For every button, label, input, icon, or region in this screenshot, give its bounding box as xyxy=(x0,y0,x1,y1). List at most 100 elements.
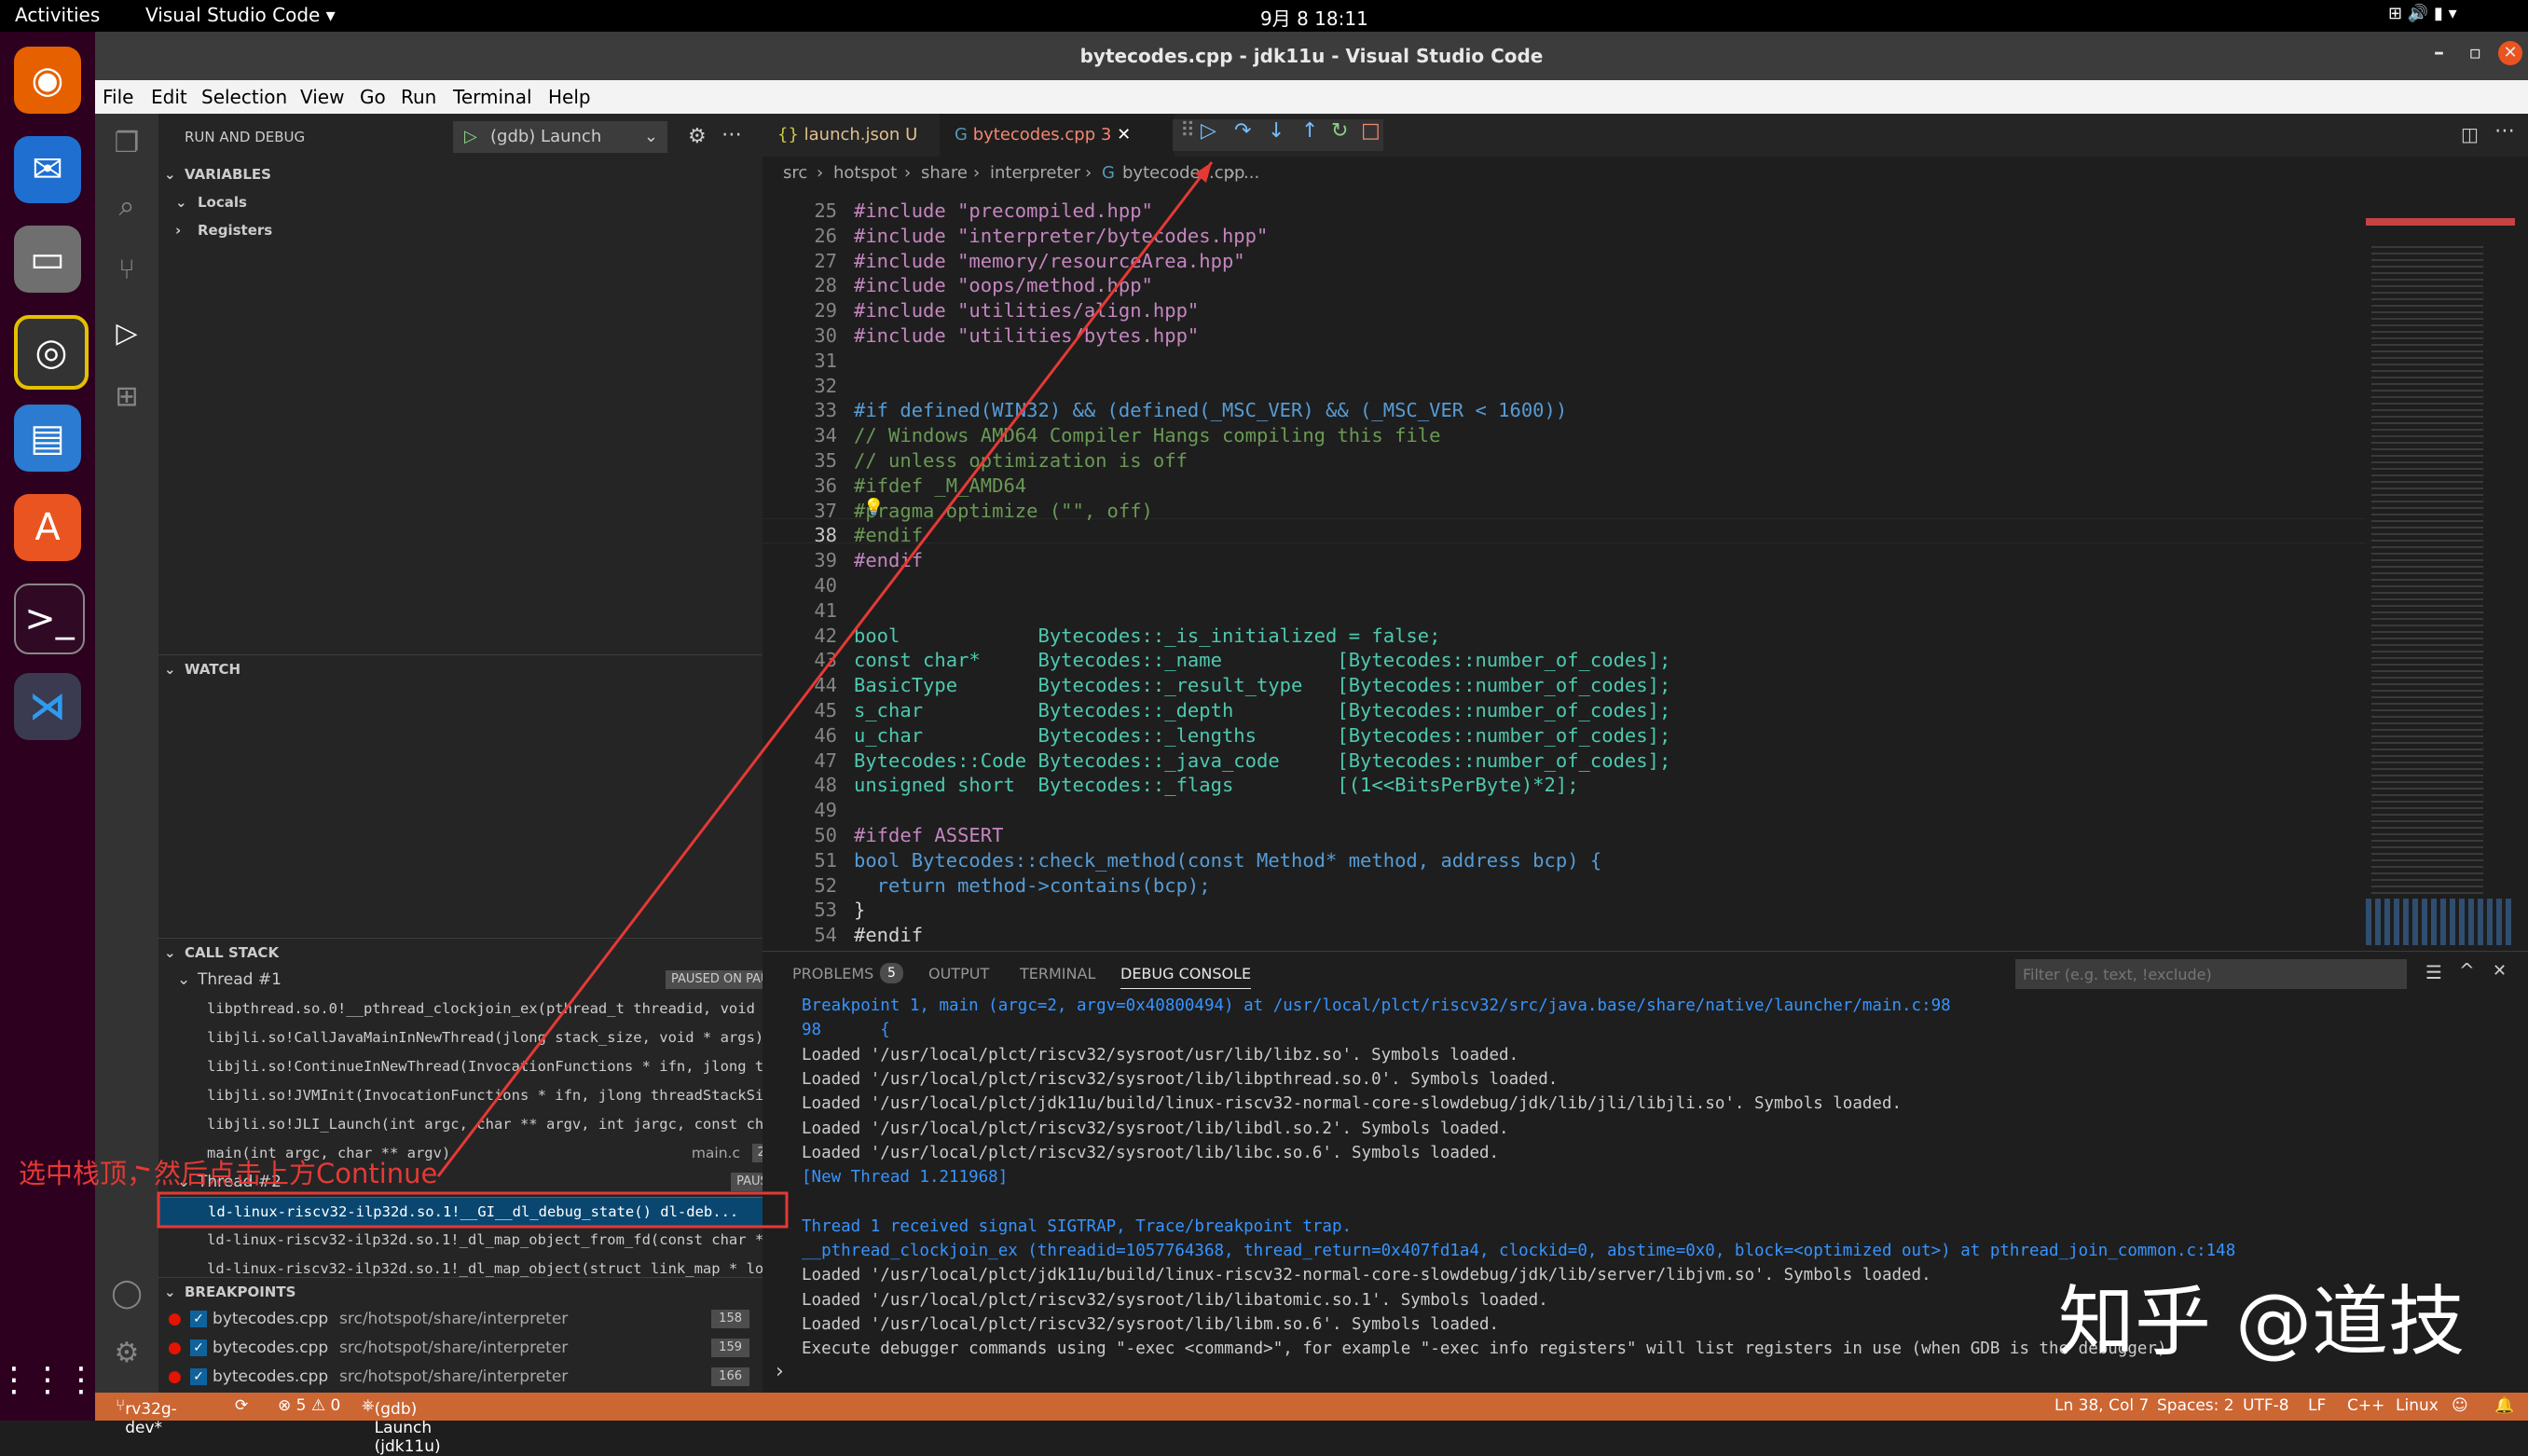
code-line[interactable]: #ifdef _M_AMD64 xyxy=(854,474,1026,497)
breakpoint-item[interactable]: ● ✓ bytecodes.cpp src/hotspot/share/interpr… xyxy=(158,1334,763,1362)
stack-frame[interactable]: libjli.so!CallJavaMainInNewThread(jlong … xyxy=(158,1023,811,1051)
code-line[interactable]: } xyxy=(854,899,865,921)
menu-run[interactable]: Run xyxy=(401,86,436,108)
sync-icon[interactable]: ⟳ xyxy=(235,1396,248,1415)
breadcrumb-item[interactable]: share xyxy=(921,157,968,190)
step-over-icon[interactable]: ↷ xyxy=(1234,119,1251,143)
code-line[interactable]: bool Bytecodes::_is_initialized = false; xyxy=(854,625,1440,647)
minimize-icon[interactable]: – xyxy=(2434,41,2444,64)
search-icon[interactable]: ⌕ xyxy=(110,190,144,224)
close-tab-icon[interactable]: ✕ xyxy=(1117,125,1131,144)
code-line[interactable]: #ifdef ASSERT xyxy=(854,824,1003,846)
code-line[interactable]: unsigned short Bytecodes::_flags [(1<<Bi… xyxy=(854,774,1579,796)
step-into-icon[interactable]: ↓ xyxy=(1268,119,1285,143)
editor-more-icon[interactable]: ⋯ xyxy=(2494,119,2515,143)
thunderbird-icon[interactable]: ✉ xyxy=(14,136,81,203)
code-line[interactable]: #endif xyxy=(854,549,923,571)
clear-console-icon[interactable]: ☰ xyxy=(2425,961,2442,983)
stack-frame[interactable]: libjli.so!JLI_Launch(int argc, char ** a… xyxy=(158,1110,811,1138)
accounts-icon[interactable]: ◯ xyxy=(110,1277,144,1311)
feedback-icon[interactable]: ☺ xyxy=(2452,1396,2468,1415)
eol[interactable]: LF xyxy=(2308,1396,2326,1415)
menu-go[interactable]: Go xyxy=(360,86,386,108)
extensions-icon[interactable]: ⊞ xyxy=(110,380,144,414)
activities-button[interactable]: Activities xyxy=(15,4,100,26)
more-actions-icon[interactable]: ⋯ xyxy=(721,123,742,146)
tab-problems[interactable]: PROBLEMS xyxy=(792,965,873,982)
notifications-icon[interactable]: 🔔 xyxy=(2494,1396,2514,1415)
debug-settings-gear-icon[interactable]: ⚙ xyxy=(688,125,707,148)
tab-bytecodes-cpp[interactable]: G bytecodes.cpp 3 ✕ xyxy=(940,114,1175,157)
split-editor-icon[interactable]: ◫ xyxy=(2461,123,2479,145)
branch-status[interactable]: ⑂ rv32g-dev* xyxy=(116,1396,177,1437)
code-line[interactable]: #include "utilities/align.hpp" xyxy=(854,299,1199,322)
tab-launch-json[interactable]: {} launch.json U xyxy=(763,114,932,157)
breakpoints-section-header[interactable]: ⌄ BREAKPOINTS xyxy=(158,1277,789,1306)
code-line[interactable]: u_char Bytecodes::_lengths [Bytecodes::n… xyxy=(854,724,1670,747)
app-menu[interactable]: Visual Studio Code ▾ xyxy=(145,4,336,26)
explorer-icon[interactable]: ❐ xyxy=(110,127,144,160)
breadcrumb-item[interactable]: src xyxy=(783,157,807,190)
breadcrumb-item[interactable]: ... xyxy=(1243,157,1259,190)
code-line[interactable]: #include "interpreter/bytecodes.hpp" xyxy=(854,225,1268,247)
code-line[interactable]: // Windows AMD64 Compiler Hangs compilin… xyxy=(854,424,1440,446)
stop-icon[interactable]: □ xyxy=(1361,119,1381,143)
code-line[interactable]: #include "precompiled.hpp" xyxy=(854,199,1153,222)
encoding[interactable]: UTF-8 xyxy=(2243,1396,2289,1415)
code-line[interactable]: BasicType Bytecodes::_result_type [Bytec… xyxy=(854,674,1670,696)
menu-file[interactable]: File xyxy=(103,86,133,108)
console-prompt[interactable]: › xyxy=(776,1360,784,1383)
code-line[interactable]: return method->contains(bcp); xyxy=(854,874,1211,897)
debug-status[interactable]: ⎈ (gdb) Launch (jdk11u) xyxy=(362,1396,441,1456)
terminal-icon[interactable]: >_ xyxy=(14,584,85,654)
clock[interactable]: 9月 8 18:11 xyxy=(1260,4,1368,31)
close-window-icon[interactable]: ✕ xyxy=(2498,41,2522,65)
code-line[interactable]: const char* Bytecodes::_name [Bytecodes:… xyxy=(854,649,1670,671)
variables-section-header[interactable]: ⌄ VARIABLES xyxy=(158,160,789,188)
watch-section-header[interactable]: ⌄ WATCH xyxy=(158,654,789,683)
system-tray-icons[interactable]: ⊞ 🔊 ▮ ▾ xyxy=(2388,4,2457,23)
menu-view[interactable]: View xyxy=(300,86,344,108)
breadcrumb-item[interactable]: bytecodes.cpp xyxy=(1122,157,1244,190)
breakpoint-checkbox[interactable]: ✓ xyxy=(190,1368,207,1385)
maximize-icon[interactable]: ▫ xyxy=(2468,41,2481,63)
tab-output[interactable]: OUTPUT xyxy=(928,965,989,982)
breakpoint-checkbox[interactable]: ✓ xyxy=(190,1311,207,1327)
show-apps-icon[interactable]: ⋮⋮⋮ xyxy=(0,1346,98,1413)
stack-frame[interactable]: libpthread.so.0!__pthread_clockjoin_ex(p… xyxy=(158,995,811,1023)
maximize-panel-icon[interactable]: ^ xyxy=(2459,959,2475,982)
start-debug-icon[interactable]: ▷ xyxy=(464,121,477,153)
files-icon[interactable]: ▭ xyxy=(14,226,81,293)
console-filter-input[interactable] xyxy=(2015,959,2407,989)
code-line[interactable]: #include "oops/method.hpp" xyxy=(854,274,1153,296)
debug-config-select[interactable]: ▷ (gdb) Launch ⌄ xyxy=(453,121,667,153)
menu-terminal[interactable]: Terminal xyxy=(453,86,532,108)
language-mode[interactable]: C++ xyxy=(2347,1396,2384,1415)
code-line[interactable]: #endif xyxy=(854,524,923,546)
code-line[interactable]: s_char Bytecodes::_depth [Bytecodes::num… xyxy=(854,699,1670,721)
code-line[interactable]: #pragma optimize ("", off) xyxy=(854,500,1153,522)
breakpoint-item[interactable]: ● ✓ bytecodes.cpp src/hotspot/share/interpr… xyxy=(158,1305,763,1333)
software-icon[interactable]: A xyxy=(14,494,81,561)
stack-frame[interactable]: libjli.so!JVMInit(InvocationFunctions * … xyxy=(158,1081,811,1109)
lightbulb-icon[interactable]: 💡 xyxy=(863,498,884,517)
breadcrumb-item[interactable]: hotspot xyxy=(833,157,897,190)
code-line[interactable]: bool Bytecodes::check_method(const Metho… xyxy=(854,849,1601,872)
cursor-position[interactable]: Ln 38, Col 7 xyxy=(2054,1396,2149,1415)
tab-debug-console[interactable]: DEBUG CONSOLE xyxy=(1120,965,1252,989)
code-line[interactable]: #if defined(WIN32) && (defined(_MSC_VER)… xyxy=(854,399,1567,421)
code-line[interactable]: #include "utilities/bytes.hpp" xyxy=(854,324,1199,347)
source-control-icon[interactable]: ⑂ xyxy=(110,254,144,287)
menu-edit[interactable]: Edit xyxy=(151,86,187,108)
close-panel-icon[interactable]: ✕ xyxy=(2493,961,2507,981)
call-stack-thread-1[interactable]: ⌄ Thread #1 PAUSED ON PAUSE xyxy=(158,966,802,994)
rhythmbox-icon[interactable]: ◎ xyxy=(14,315,89,390)
drag-handle-icon[interactable]: ⠿ xyxy=(1180,119,1195,143)
stack-frame[interactable]: libjli.so!ContinueInNewThread(Invocation… xyxy=(158,1052,811,1080)
os-status[interactable]: Linux xyxy=(2396,1396,2439,1415)
stack-frame[interactable]: ld-linux-riscv32-ilp32d.so.1!_dl_map_obj… xyxy=(158,1226,811,1254)
code-line[interactable]: #include "memory/resourceArea.hpp" xyxy=(854,250,1245,272)
firefox-icon[interactable]: ◉ xyxy=(14,47,81,114)
tab-terminal[interactable]: TERMINAL xyxy=(1020,965,1095,982)
variables-registers[interactable]: › Registers xyxy=(158,216,802,244)
